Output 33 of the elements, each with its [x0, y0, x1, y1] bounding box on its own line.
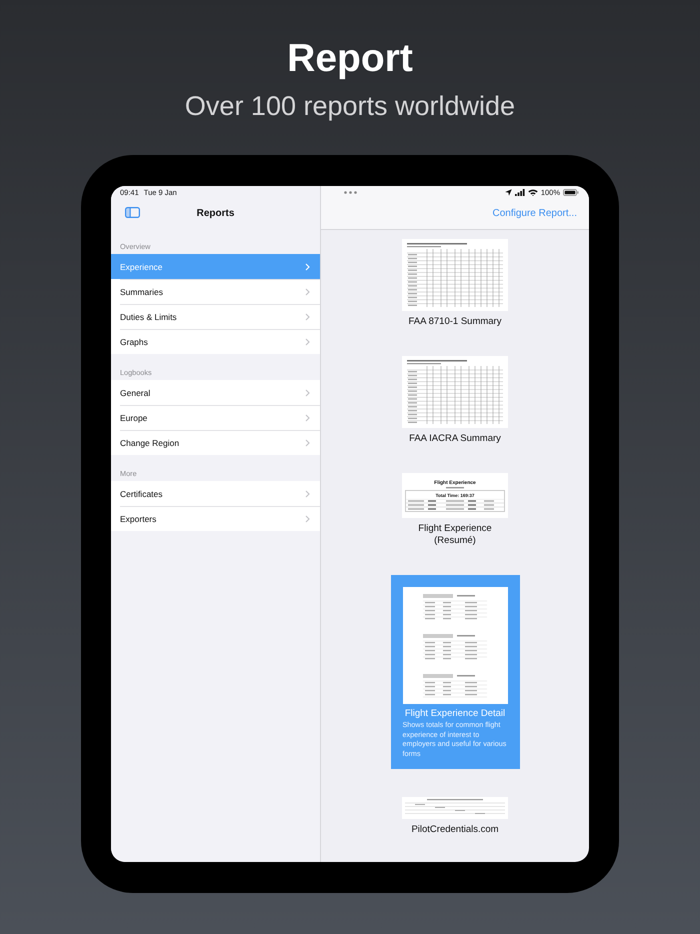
- sidebar-item[interactable]: General: [111, 380, 320, 405]
- wifi-icon: [528, 188, 538, 196]
- chevron-icon: [305, 288, 310, 296]
- report-title: Flight Experience (Resumé): [417, 523, 493, 547]
- sidebar-toggle-icon[interactable]: [125, 207, 140, 218]
- sidebar-item[interactable]: Exporters: [111, 506, 320, 531]
- sidebar-title: Reports: [196, 208, 234, 218]
- chevron-icon: [305, 262, 310, 270]
- report-title: FAA 8710-1 Summary: [408, 316, 502, 328]
- report-thumbnail[interactable]: [402, 587, 508, 704]
- chevron-icon: [305, 414, 310, 422]
- chevron-icon: [305, 338, 310, 346]
- battery-icon: [563, 188, 579, 196]
- headline-title: Report: [287, 36, 413, 82]
- sidebar-item[interactable]: Graphs: [111, 329, 320, 354]
- sidebar-item[interactable]: Europe: [111, 405, 320, 430]
- sidebar-item[interactable]: Certificates: [111, 481, 320, 506]
- signal-icon: [514, 188, 525, 196]
- sidebar-item[interactable]: Change Region: [111, 430, 320, 455]
- multitask-dots-icon[interactable]: [344, 190, 357, 194]
- location-icon: [504, 188, 512, 196]
- chevron-icon: [305, 514, 310, 522]
- headline-subtitle: Over 100 reports worldwide: [184, 90, 516, 122]
- chevron-icon: [305, 490, 310, 498]
- report-title: PilotCredentials.com: [410, 824, 500, 836]
- chevron-icon: [305, 438, 310, 446]
- chevron-icon: [305, 312, 310, 320]
- report-title: Flight Experience Detail: [404, 708, 506, 720]
- sidebar-item[interactable]: Duties & Limits: [111, 304, 320, 329]
- sidebar-item[interactable]: Summaries: [111, 279, 320, 304]
- report-title: FAA IACRA Summary: [408, 433, 502, 445]
- chevron-icon: [305, 388, 310, 396]
- date-line-icon: [446, 486, 464, 488]
